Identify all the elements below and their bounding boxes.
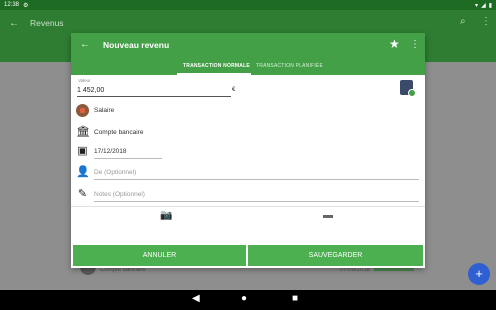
date-value: 17/12/2018 <box>94 148 127 155</box>
nav-home-icon[interactable]: ● <box>241 293 247 304</box>
amount-input[interactable]: 1 452,00 <box>77 87 104 94</box>
signal-icon: ◢ <box>481 2 486 9</box>
calculator-badge <box>408 89 416 97</box>
more-vert-icon[interactable]: ⋮ <box>410 39 420 50</box>
from-field[interactable]: De (Optionnel) <box>94 169 136 176</box>
save-button[interactable]: Sauvegarder <box>248 245 423 266</box>
amount-underline <box>77 96 231 97</box>
currency-symbol: € <box>232 87 236 93</box>
more-vert-icon[interactable]: ⋮ <box>481 16 491 27</box>
add-fab-button[interactable]: + <box>468 263 490 285</box>
status-time: 12:38 <box>4 2 20 8</box>
dialog-tabs: Transaction normale Transaction planifié… <box>71 59 425 75</box>
category-icon <box>76 104 89 117</box>
nav-back-icon[interactable]: ◀ <box>192 293 200 304</box>
cancel-button[interactable]: Annuler <box>73 245 246 266</box>
category-value: Salaire <box>94 107 115 114</box>
status-indicators: ▾ ◢ ▮ <box>475 2 492 9</box>
arrow-left-icon[interactable]: ← <box>9 18 19 29</box>
date-row[interactable]: ▣ 17/12/2018 <box>71 143 425 161</box>
background-progress-bar <box>374 268 414 271</box>
search-icon[interactable]: ⌕ <box>460 16 466 27</box>
account-row[interactable]: 🏛 Compte bancaire <box>71 124 425 142</box>
pencil-icon: ✎ <box>77 188 88 200</box>
tab-normal-transaction[interactable]: Transaction normale <box>183 63 250 69</box>
calculator-icon[interactable] <box>400 80 416 97</box>
date-underline <box>94 158 162 159</box>
new-income-dialog: ← Nouveau revenu ★ ⋮ Transaction normale… <box>71 33 425 268</box>
battery-icon: ▮ <box>488 2 492 9</box>
from-underline <box>94 179 419 180</box>
notes-field[interactable]: Notes (Optionnel) <box>94 191 145 198</box>
gear-icon: ⚙ <box>23 2 29 9</box>
notes-underline <box>94 201 419 202</box>
camera-icon[interactable]: 📷 <box>160 210 172 221</box>
person-icon: 👤 <box>76 166 90 178</box>
nav-recents-icon[interactable]: ■ <box>292 293 298 304</box>
divider <box>71 206 425 207</box>
wifi-icon: ▾ <box>475 2 479 9</box>
status-bar: 12:38 ⚙ ▾ ◢ ▮ <box>0 0 496 10</box>
app-title: Revenus <box>30 18 64 28</box>
star-icon[interactable]: ★ <box>389 37 400 51</box>
dialog-header: ← Nouveau revenu ★ ⋮ Transaction normale… <box>71 33 425 75</box>
active-tab-indicator <box>177 73 251 75</box>
amount-label: Valeur <box>78 78 91 83</box>
account-value: Compte bancaire <box>94 129 144 136</box>
plus-icon: + <box>475 266 483 281</box>
bank-icon: 🏛 <box>76 126 90 138</box>
tab-planned-transaction[interactable]: Transaction planifiée <box>256 63 323 69</box>
category-row[interactable]: Salaire <box>71 102 425 120</box>
folder-icon[interactable]: ▬ <box>323 210 333 221</box>
from-row[interactable]: 👤 De (Optionnel) <box>71 164 425 182</box>
calendar-icon: ▣ <box>77 145 88 157</box>
arrow-left-icon[interactable]: ← <box>80 39 90 50</box>
notes-row[interactable]: ✎ Notes (Optionnel) <box>71 186 425 204</box>
dialog-title: Nouveau revenu <box>103 40 170 50</box>
navigation-bar: ◀ ● ■ <box>0 290 496 310</box>
